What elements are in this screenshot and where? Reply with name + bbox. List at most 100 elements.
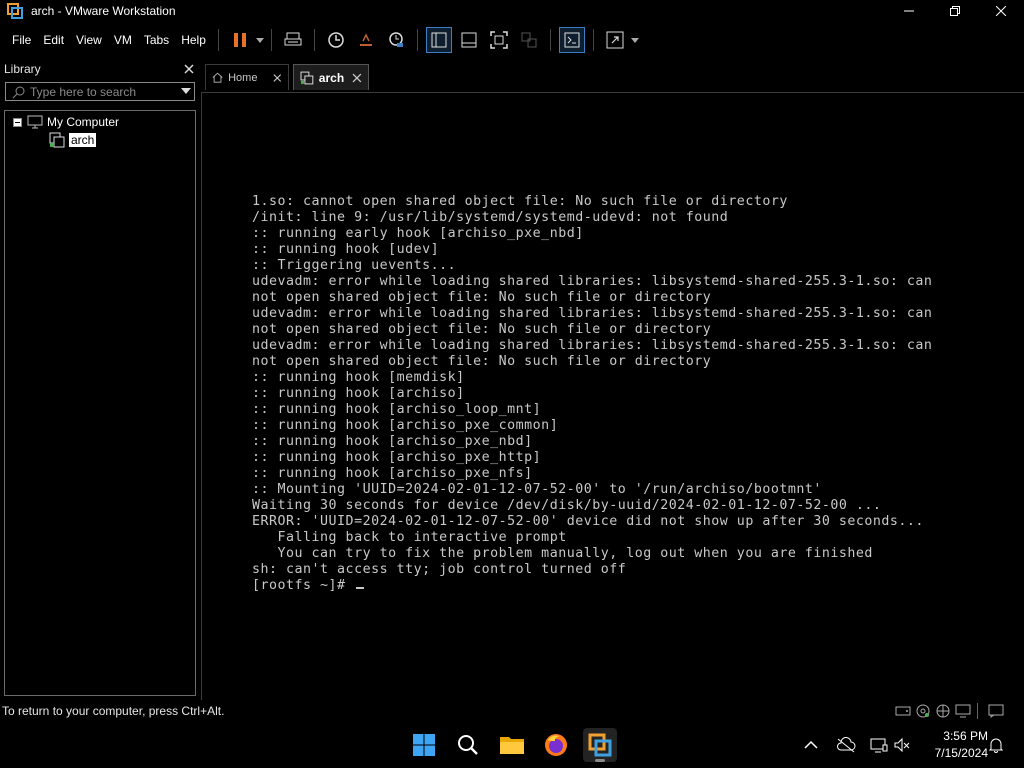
computer-icon (27, 115, 43, 129)
console-line: /init: line 9: /usr/lib/systemd/systemd-… (252, 210, 729, 225)
console-line: :: running hook [udev] (252, 242, 440, 257)
pause-button[interactable] (227, 27, 253, 53)
vm-console[interactable]: 1.so: cannot open shared object file: No… (201, 92, 1024, 700)
full-screen-icon (490, 31, 508, 49)
toolbar-separator (549, 29, 551, 51)
restore-button[interactable] (932, 0, 978, 22)
tab-label: arch (318, 70, 345, 85)
vm-icon (49, 132, 65, 148)
tree-item-my-computer[interactable]: My Computer (13, 113, 119, 131)
console-line: 1.so: cannot open shared object file: No… (252, 194, 788, 209)
library-search-input[interactable] (30, 84, 170, 99)
taskbar-search-button[interactable] (451, 728, 485, 762)
clock-time: 3:56 PM (943, 729, 988, 743)
show-hidden-icons-icon[interactable] (804, 740, 818, 750)
vmware-icon (588, 733, 612, 757)
hard-disk-icon[interactable] (895, 703, 911, 719)
console-line: :: running hook [archiso_pxe_http] (252, 450, 542, 465)
search-icon (12, 86, 25, 98)
toolbar-separator (270, 29, 272, 51)
title-bar: arch - VMware Workstation (0, 0, 1024, 22)
thumbnail-bar-icon (461, 32, 477, 48)
menu-toolbar: File Edit View VM Tabs Help (0, 22, 1024, 58)
toolbar-separator (217, 29, 219, 51)
display-icon[interactable] (955, 703, 971, 719)
console-line: :: Triggering uevents... (252, 258, 457, 273)
library-search[interactable] (5, 82, 195, 101)
pause-icon (233, 33, 246, 47)
vmware-taskbar-button[interactable] (583, 728, 617, 762)
menu-vm[interactable]: VM (108, 28, 138, 52)
message-log-icon[interactable] (988, 703, 1004, 719)
console-line: udevadm: error while loading shared libr… (252, 306, 933, 321)
console-line: :: running hook [archiso] (252, 386, 465, 401)
minimize-button[interactable] (886, 0, 932, 22)
close-tab-icon[interactable] (273, 73, 282, 83)
close-button[interactable] (978, 0, 1024, 22)
toolbar-separator (313, 29, 315, 51)
close-icon (996, 6, 1006, 16)
vm-icon (300, 71, 314, 84)
clock[interactable]: 3:56 PM 7/15/2024 (918, 728, 988, 762)
unity-button[interactable] (516, 27, 542, 53)
active-app-indicator (595, 759, 605, 762)
snapshot-manager-button[interactable] (383, 27, 409, 53)
cd-dvd-icon[interactable] (915, 703, 931, 719)
console-line: ERROR: 'UUID=2024-02-01-12-07-52-00' dev… (252, 514, 924, 529)
full-screen-button[interactable] (486, 27, 512, 53)
snapshot-clock-icon (328, 32, 344, 48)
menu-file[interactable]: File (6, 28, 37, 52)
chevron-down-icon[interactable] (181, 87, 191, 95)
display-icon[interactable] (870, 737, 888, 753)
menu-tabs[interactable]: Tabs (138, 28, 175, 52)
windows-start-icon (413, 734, 435, 756)
tab-home[interactable]: Home (205, 64, 289, 90)
collapse-icon[interactable] (13, 117, 22, 127)
console-line: Waiting 30 seconds for device /dev/disk/… (252, 498, 882, 513)
chevron-down-icon (255, 37, 264, 43)
console-output: 1.so: cannot open shared object file: No… (252, 194, 932, 594)
console-line: :: running hook [archiso_loop_mnt] (252, 402, 542, 417)
stretch-guest-button[interactable] (602, 27, 628, 53)
close-library-icon[interactable] (184, 64, 194, 74)
cloud-offline-icon[interactable] (836, 737, 856, 753)
snapshot-button[interactable] (323, 27, 349, 53)
stretch-dropdown[interactable] (630, 27, 640, 53)
revert-snapshot-button[interactable] (353, 27, 379, 53)
window-title: arch - VMware Workstation (31, 4, 176, 18)
tree-item-arch[interactable]: arch (49, 131, 97, 149)
menu-view[interactable]: View (70, 28, 108, 52)
file-explorer-button[interactable] (495, 728, 529, 762)
console-prompt-line: [rootfs ~]# (252, 578, 932, 594)
console-line: :: running hook [archiso_pxe_nbd] (252, 434, 533, 449)
vmware-app-icon (7, 3, 23, 19)
console-view-button[interactable] (558, 27, 585, 53)
power-dropdown[interactable] (255, 27, 265, 53)
device-status-icons (891, 703, 1004, 719)
restore-icon (950, 6, 960, 16)
tab-arch[interactable]: arch (293, 64, 369, 90)
stretch-icon (606, 31, 624, 49)
menu-help[interactable]: Help (175, 28, 212, 52)
library-tree: My Computer arch (4, 110, 196, 696)
library-title: Library (4, 62, 41, 76)
notification-bell-icon[interactable] (989, 737, 1003, 753)
firefox-button[interactable] (539, 728, 573, 762)
start-button[interactable] (407, 728, 441, 762)
menu-edit[interactable]: Edit (37, 28, 70, 52)
show-library-button[interactable] (425, 27, 452, 53)
library-panel: Library My Computer arch (0, 58, 200, 700)
snapshot-manager-icon (389, 32, 403, 47)
console-line: not open shared object file: No such fil… (252, 354, 712, 369)
library-header: Library (0, 58, 200, 80)
send-ctrl-alt-del-button[interactable] (280, 27, 306, 53)
close-tab-icon[interactable] (352, 73, 362, 83)
console-icon (564, 32, 580, 48)
file-explorer-icon (500, 737, 524, 754)
volume-muted-icon[interactable] (894, 737, 910, 753)
show-thumbnail-bar-button[interactable] (456, 27, 482, 53)
toolbar-separator (416, 29, 418, 51)
tree-item-label: My Computer (47, 115, 120, 129)
network-icon[interactable] (935, 703, 951, 719)
system-tray (804, 722, 910, 768)
